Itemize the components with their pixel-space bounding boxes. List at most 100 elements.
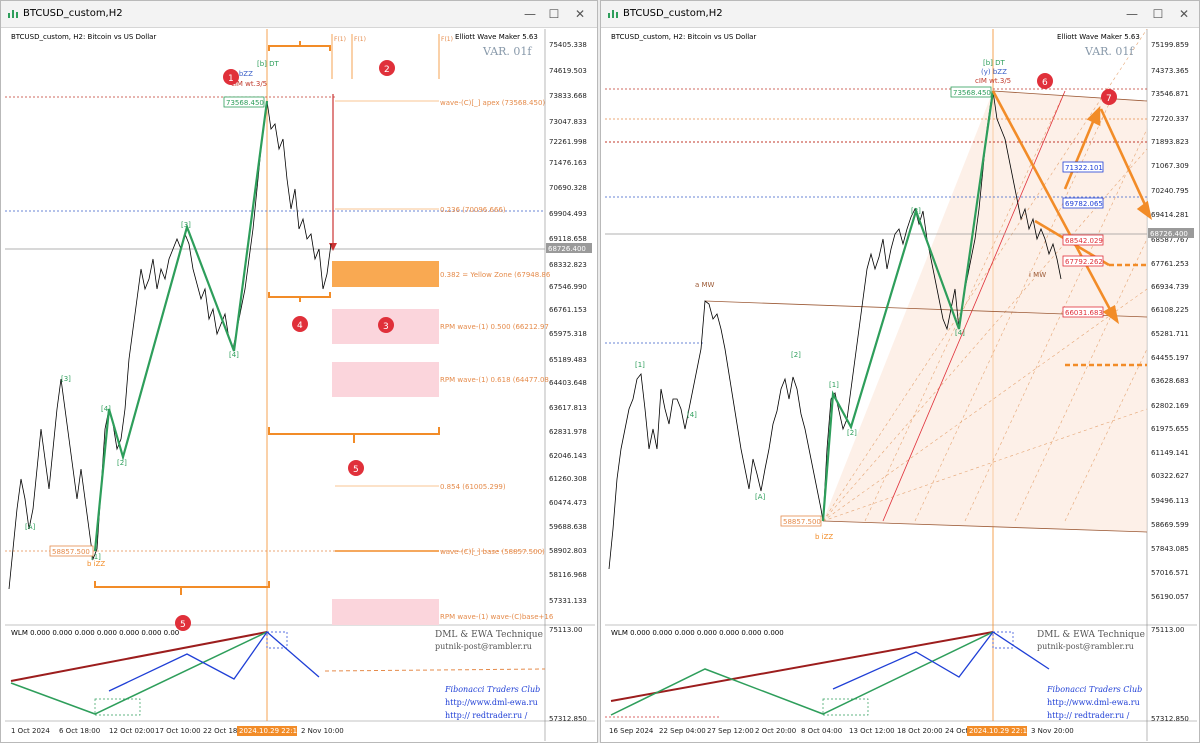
credits-site2: http:// redtrader.ru /	[1047, 711, 1130, 720]
wave-label-b-izz: b iZZ	[87, 560, 105, 568]
svg-text:67761.253: 67761.253	[1151, 260, 1189, 268]
svg-text:5: 5	[353, 465, 359, 475]
svg-text:69414.281: 69414.281	[1151, 211, 1189, 219]
yellow-zone	[332, 261, 439, 287]
marker-6: 6	[1037, 73, 1053, 89]
fib-col-label-2: F(1)	[354, 36, 366, 43]
svg-text:75405.338: 75405.338	[549, 41, 587, 49]
svg-text:2: 2	[384, 65, 390, 75]
svg-text:68542.029: 68542.029	[1065, 237, 1103, 245]
right-title-bar[interactable]: BTCUSD_custom,H2 — ☐ ✕	[601, 1, 1199, 28]
svg-text:72720.337: 72720.337	[1151, 115, 1189, 123]
window-title: BTCUSD_custom,H2	[23, 8, 123, 19]
svg-text:64455.197: 64455.197	[1151, 354, 1189, 362]
wave-label-a-mw: a MW	[695, 281, 715, 289]
minimize-button[interactable]: —	[1123, 6, 1141, 22]
wave-label-2: [2]	[117, 459, 127, 467]
rpm-zone-0618	[332, 362, 439, 397]
svg-text:22 Sep 04:00: 22 Sep 04:00	[659, 727, 706, 735]
wave-label-b-izz: b iZZ	[815, 533, 833, 541]
fib-col-label-3: F(1)	[441, 36, 453, 43]
close-button[interactable]: ✕	[571, 6, 589, 22]
svg-text:56190.057: 56190.057	[1151, 593, 1189, 601]
left-price-chart[interactable]: [A] [1] [2] [3] [4] [3] [4] [b] DT (y) b…	[5, 29, 595, 741]
svg-text:60474.473: 60474.473	[549, 499, 587, 507]
svg-text:17 Oct 10:00: 17 Oct 10:00	[155, 727, 201, 735]
svg-text:71322.101: 71322.101	[1065, 164, 1103, 172]
marker-4-bottom: 4	[292, 316, 308, 332]
svg-text:1: 1	[228, 74, 234, 84]
svg-text:13 Oct 12:00: 13 Oct 12:00	[849, 727, 895, 735]
wave-label-1: [1]	[635, 361, 645, 369]
left-title-bar[interactable]: BTCUSD_custom,H2 — ☐ ✕	[1, 1, 597, 28]
svg-text:1 Oct 2024: 1 Oct 2024	[11, 727, 50, 735]
svg-text:57312.850: 57312.850	[549, 715, 587, 723]
chart-window-icon	[8, 10, 18, 18]
svg-text:2 Nov 10:00: 2 Nov 10:00	[301, 727, 344, 735]
svg-text:58902.803: 58902.803	[549, 547, 587, 555]
svg-text:57843.085: 57843.085	[1151, 545, 1189, 553]
svg-text:69782.065: 69782.065	[1065, 200, 1103, 208]
svg-text:62831.978: 62831.978	[549, 428, 587, 436]
svg-text:4: 4	[297, 321, 303, 331]
svg-text:65975.318: 65975.318	[549, 330, 587, 338]
svg-text:16 Sep 2024: 16 Sep 2024	[609, 727, 654, 735]
left-chart-canvas[interactable]: [A] [1] [2] [3] [4] [3] [4] [b] DT (y) b…	[5, 29, 595, 741]
svg-text:71067.309: 71067.309	[1151, 162, 1189, 170]
current-price-tag: 68726.400	[548, 245, 586, 253]
wave-label-b-dt: [b] DT	[983, 59, 1006, 67]
svg-text:70690.328: 70690.328	[549, 184, 587, 192]
credits-site1: http://www.dml-ewa.ru	[445, 698, 538, 707]
svg-text:58116.968: 58116.968	[549, 571, 587, 579]
wave-label-1b: [1]	[829, 381, 839, 389]
svg-text:18 Oct 20:00: 18 Oct 20:00	[897, 727, 943, 735]
fib-label-0500: RPM wave-(1) 0.500 (66212.97	[440, 323, 549, 331]
svg-text:75199.859: 75199.859	[1151, 41, 1189, 49]
left-chart-window[interactable]: BTCUSD_custom,H2 — ☐ ✕ [A] [1] [2] [3] […	[0, 0, 598, 743]
fib-label-base: wave-(C)[_] base (58857.500)	[440, 548, 545, 556]
credits-email: putnik-post@rambler.ru	[1037, 642, 1134, 651]
svg-text:60322.627: 60322.627	[1151, 472, 1189, 480]
time-axis: 16 Sep 2024 22 Sep 04:00 27 Sep 12:00 2 …	[609, 726, 1074, 736]
svg-text:3 Nov 20:00: 3 Nov 20:00	[1031, 727, 1074, 735]
wave-label-3b: [3]	[61, 375, 71, 383]
svg-text:74373.365: 74373.365	[1151, 67, 1189, 75]
maximize-button[interactable]: ☐	[1149, 6, 1167, 22]
credits-site1: http://www.dml-ewa.ru	[1047, 698, 1140, 707]
svg-text:65281.711: 65281.711	[1151, 330, 1189, 338]
var-label: VAR. 01f	[482, 45, 532, 58]
svg-text:8 Oct 04:00: 8 Oct 04:00	[801, 727, 842, 735]
right-chart-canvas[interactable]: a MW [1] [4] [2] [A] [1] [2] [3] [4] [b]…	[605, 29, 1197, 741]
svg-text:58857.500: 58857.500	[783, 518, 821, 526]
fib-label-0854: 0.854 (61005.299)	[440, 483, 506, 491]
svg-text:2024.10.29 22:11: 2024.10.29 22:11	[239, 727, 301, 735]
indicator-label: WLM 0.000 0.000 0.000 0.000 0.000 0.000 …	[11, 629, 179, 637]
wave-label-4: [4]	[229, 351, 239, 359]
right-price-chart[interactable]: a MW [1] [4] [2] [A] [1] [2] [3] [4] [b]…	[605, 29, 1197, 741]
close-button[interactable]: ✕	[1175, 6, 1193, 22]
svg-text:73833.668: 73833.668	[549, 92, 587, 100]
fib-label-0236: 0.236 (70096.666)	[440, 206, 506, 214]
wave-label-3: [3]	[181, 221, 191, 229]
svg-text:59688.638: 59688.638	[549, 523, 587, 531]
minimize-button[interactable]: —	[521, 6, 539, 22]
svg-text:6 Oct 18:00: 6 Oct 18:00	[59, 727, 100, 735]
ewm-label: Elliott Wave Maker 5.63	[455, 33, 538, 41]
right-chart-window[interactable]: BTCUSD_custom,H2 — ☐ ✕ a MW [1] [4] [2] …	[600, 0, 1200, 743]
svg-text:59496.113: 59496.113	[1151, 497, 1189, 505]
wave-label-4b: [4]	[955, 329, 965, 337]
base-price-tag: 58857.500	[52, 548, 90, 556]
wave-label-A: [A]	[25, 523, 36, 531]
svg-text:62802.169: 62802.169	[1151, 402, 1189, 410]
marker-2: 2	[379, 60, 395, 76]
fib-label-rpm-base: RPM wave-(1) wave-(C)base+16	[440, 613, 554, 621]
svg-text:75113.00: 75113.00	[1151, 626, 1184, 634]
svg-text:64403.648: 64403.648	[549, 379, 587, 387]
svg-text:5: 5	[180, 620, 186, 630]
credits-club: Fibonacci Traders Club	[1046, 685, 1142, 694]
svg-text:69904.493: 69904.493	[549, 210, 587, 218]
wave-label-y-bzz: (y) bZZ	[981, 68, 1007, 76]
maximize-button[interactable]: ☐	[545, 6, 563, 22]
rpm-zone-base	[332, 599, 439, 625]
svg-text:68332.823: 68332.823	[549, 261, 587, 269]
